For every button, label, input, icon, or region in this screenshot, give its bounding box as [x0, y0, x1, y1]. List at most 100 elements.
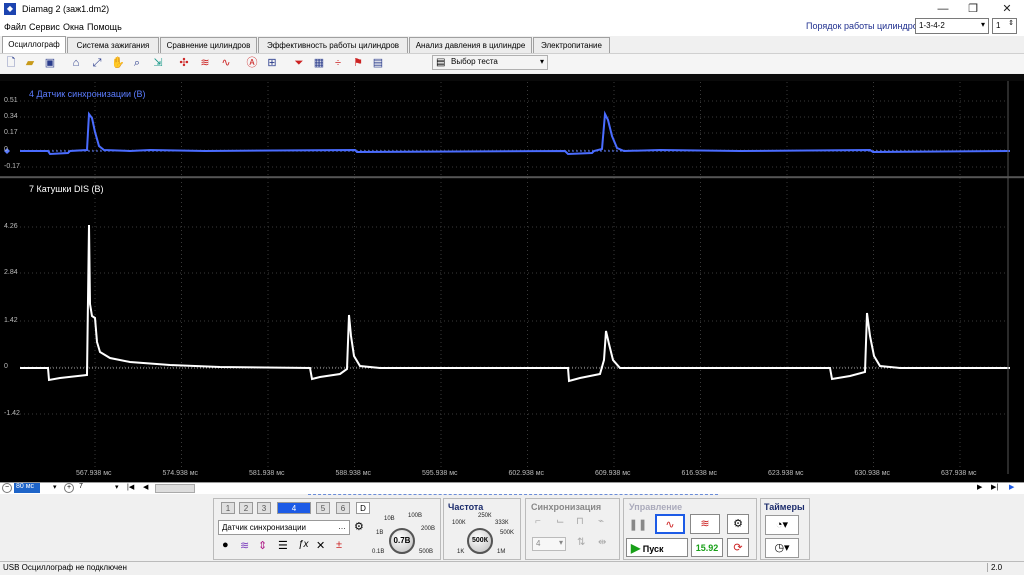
sync-channel-select[interactable]: 4 ▾ — [532, 537, 566, 551]
wave-compare-icon[interactable]: ≋ — [197, 55, 213, 71]
voltage-label-10v: 10В — [384, 516, 395, 522]
sync-auto-icon[interactable]: ⌁ — [598, 516, 604, 527]
cylinder-count-value: 1 — [996, 21, 1001, 30]
restore-button[interactable]: ❐ — [958, 0, 988, 19]
time-ruler[interactable] — [0, 74, 1024, 81]
multi-wave-button[interactable]: ≋ — [690, 514, 720, 534]
probe-icon[interactable]: ● — [222, 539, 229, 551]
zoom-icon[interactable]: ⌕ — [129, 55, 145, 71]
channel-7-label: 7 Катушки DIS (В) — [29, 184, 104, 194]
cylinder-order-select[interactable]: 1-3-4-2 ▾ — [915, 18, 989, 34]
oscilloscope-display[interactable] — [0, 74, 1024, 482]
zoom-in-icon[interactable]: + — [64, 483, 74, 493]
invert-icon[interactable]: ⇕ — [258, 539, 267, 552]
lines-icon[interactable]: ☰ — [278, 539, 288, 552]
offset-icon[interactable]: ± — [336, 539, 342, 551]
voltage-label-200v: 200В — [421, 526, 436, 532]
formula-icon[interactable]: ƒx — [298, 539, 309, 550]
channel-button-1[interactable]: 1 — [221, 502, 235, 514]
version-label: 2.0 — [987, 563, 1024, 572]
filter-icon[interactable]: ⏷ — [291, 55, 307, 71]
channel-7-tick-label: 0 — [4, 363, 8, 370]
save-icon[interactable]: ▣ — [42, 55, 58, 71]
minimize-button[interactable]: — — [928, 0, 958, 19]
spectrum-icon[interactable]: ∿ — [218, 55, 234, 71]
sine-mode-button[interactable]: ∿ — [655, 514, 685, 534]
sensor-settings-icon[interactable]: ⚙ — [354, 520, 364, 533]
rising-edge-icon[interactable]: ⌐ — [535, 516, 541, 527]
time-scale-field[interactable]: 80 мс — [14, 483, 40, 493]
close-button[interactable]: ✕ — [992, 0, 1022, 19]
auto-icon[interactable]: Ⓐ — [244, 55, 260, 71]
timer-1-button[interactable]: ◔▾ — [765, 515, 799, 535]
channel-dropdown-icon[interactable]: ▾ — [115, 483, 119, 491]
tab-cylinder-compare[interactable]: Сравнение цилиндров — [160, 37, 257, 53]
time-scale-dropdown-icon[interactable]: ▾ — [53, 483, 57, 491]
auto-run-button[interactable]: ⟳ — [727, 538, 749, 557]
settings-button[interactable]: ⚙ — [727, 514, 749, 534]
channel-button-3[interactable]: 3 — [257, 502, 271, 514]
start-button[interactable]: ▶ Пуск — [626, 538, 688, 557]
ac-coupling-icon[interactable]: ≋ — [240, 539, 249, 552]
tab-cylinder-efficiency[interactable]: Эффективность работы цилиндров — [258, 37, 408, 53]
scroll-last-icon[interactable]: ▶| — [991, 483, 998, 491]
scroll-thumb[interactable] — [155, 484, 195, 493]
scroll-first-icon[interactable]: |◀ — [127, 483, 134, 491]
menu-file[interactable]: Файл — [4, 22, 26, 32]
measure-icon[interactable]: ⤢ — [89, 55, 105, 71]
tab-power-supply[interactable]: Электропитание — [533, 37, 610, 53]
overlay-icon[interactable]: ✣ — [176, 55, 192, 71]
cylinder-order-value: 1-3-4-2 — [919, 21, 945, 30]
status-text: USB Осциллограф не подключен — [3, 563, 127, 572]
sync-position-icon[interactable]: ⇹ — [598, 537, 606, 548]
menu-service[interactable]: Сервис — [29, 22, 60, 32]
pulse-icon[interactable]: ⊓ — [576, 516, 584, 527]
chevron-down-icon: ▾ — [980, 20, 985, 29]
play-icon[interactable]: ▶ — [1009, 483, 1014, 491]
pause-icon[interactable]: ❚❚ — [628, 515, 648, 535]
cursor-icon[interactable]: ÷ — [330, 55, 346, 71]
tab-pressure-analysis[interactable]: Анализ давления в цилиндре — [409, 37, 532, 53]
timer-2-button[interactable]: ◷▾ — [765, 538, 799, 558]
test-icon: ▤ — [436, 57, 446, 68]
channel-4-tick-label: 0.34 — [4, 113, 18, 120]
channel-button-d[interactable]: D — [356, 502, 370, 514]
grid-icon[interactable]: ⊞ — [264, 55, 280, 71]
scroll-prev-icon[interactable]: ◀ — [143, 483, 148, 491]
menu-help[interactable]: Помощь — [87, 22, 122, 32]
channel-4-tick-label: 0.17 — [4, 129, 18, 136]
panel-splitter[interactable] — [308, 494, 718, 497]
table-icon[interactable]: ▦ — [311, 55, 327, 71]
sensor-select[interactable]: Датчик синхронизации… — [218, 520, 350, 535]
open-folder-icon[interactable]: ▰ — [22, 55, 38, 71]
channel-button-6[interactable]: 6 — [336, 502, 350, 514]
sync-level-icon[interactable]: ⇅ — [577, 537, 585, 548]
scroll-next-icon[interactable]: ▶ — [977, 483, 982, 491]
voltage-value: 0.7В — [393, 536, 411, 545]
frequency-knob[interactable]: 500К — [467, 528, 493, 554]
zoom-out-icon[interactable]: − — [2, 483, 12, 493]
channel-button-4[interactable]: 4 — [277, 502, 311, 514]
notes-icon[interactable]: ▤ — [370, 55, 386, 71]
scroll-bar[interactable] — [0, 482, 1024, 494]
channel-button-5[interactable]: 5 — [316, 502, 330, 514]
test-select[interactable]: ▤ Выбор теста ▾ — [432, 55, 548, 70]
tools-icon[interactable]: ✕ — [316, 539, 325, 552]
trigger-icon[interactable]: ⌂ — [68, 55, 84, 71]
channel-4-waveform — [20, 110, 1011, 156]
tab-ignition[interactable]: Система зажигания — [67, 37, 159, 53]
channel-4-label: 4 Датчик синхронизации (В) — [29, 89, 146, 99]
fit-icon[interactable]: ⇲ — [150, 55, 166, 71]
tab-oscilloscope[interactable]: Осциллограф — [2, 36, 66, 54]
time-tick-label: 595.938 мс — [422, 470, 458, 477]
frequency-label-1k: 1K — [457, 549, 465, 555]
new-file-icon[interactable]: 🗋 — [3, 55, 19, 71]
hand-icon[interactable]: ✋ — [110, 55, 126, 71]
cylinder-count-spin[interactable]: 1 ⇕ — [992, 18, 1017, 34]
menu-windows[interactable]: Окна — [63, 22, 84, 32]
falling-edge-icon[interactable]: ⌙ — [556, 516, 564, 527]
channel-button-2[interactable]: 2 — [239, 502, 253, 514]
marker-icon[interactable]: ⚑ — [350, 55, 366, 71]
voltage-knob[interactable]: 0.7В — [389, 528, 415, 554]
voltage-label-100v: 100В — [408, 513, 423, 519]
